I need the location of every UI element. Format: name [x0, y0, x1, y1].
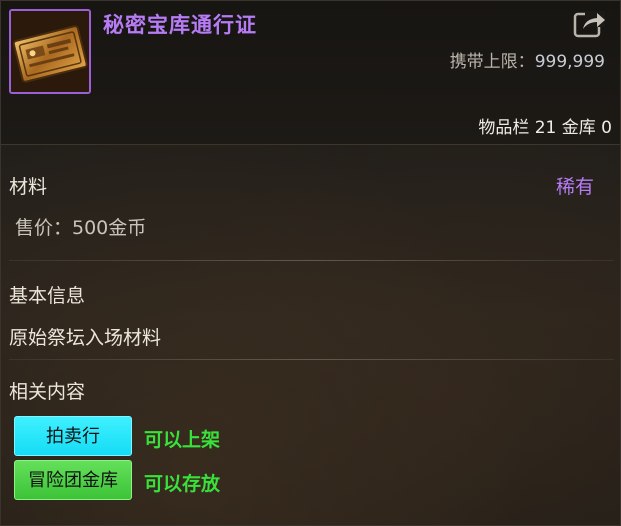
carry-limit-label: 携带上限：	[449, 52, 535, 72]
carry-limit: 携带上限：999,999	[450, 47, 605, 72]
carry-limit-value: 999,999	[534, 52, 605, 72]
related-content-title: 相关内容	[9, 381, 86, 403]
tooltip-header: 秘密宝库通行证 携带上限：999,999 物品栏 21 金库 0	[1, 1, 620, 145]
item-category: 材料	[9, 176, 48, 198]
basic-info-title: 基本信息	[9, 285, 86, 307]
storage-count: 物品栏 21 金库 0	[478, 118, 612, 138]
item-rarity: 稀有	[555, 176, 594, 198]
auction-house-button[interactable]: 拍卖行	[14, 416, 132, 456]
item-tooltip-panel: 秘密宝库通行证 携带上限：999,999 物品栏 21 金库 0 材料 稀有 售…	[0, 0, 621, 526]
guild-vault-status: 可以存放	[144, 473, 221, 495]
golden-pass-ticket-icon	[9, 9, 91, 94]
section-divider	[9, 359, 614, 360]
basic-info-description: 原始祭坛入场材料	[9, 327, 162, 349]
item-price: 售价：500金币	[15, 217, 147, 239]
auction-status: 可以上架	[144, 429, 221, 451]
section-divider	[9, 260, 614, 261]
share-export-icon[interactable]	[573, 9, 607, 39]
item-name: 秘密宝库通行证	[103, 13, 257, 37]
guild-vault-button[interactable]: 冒险团金库	[14, 460, 132, 500]
